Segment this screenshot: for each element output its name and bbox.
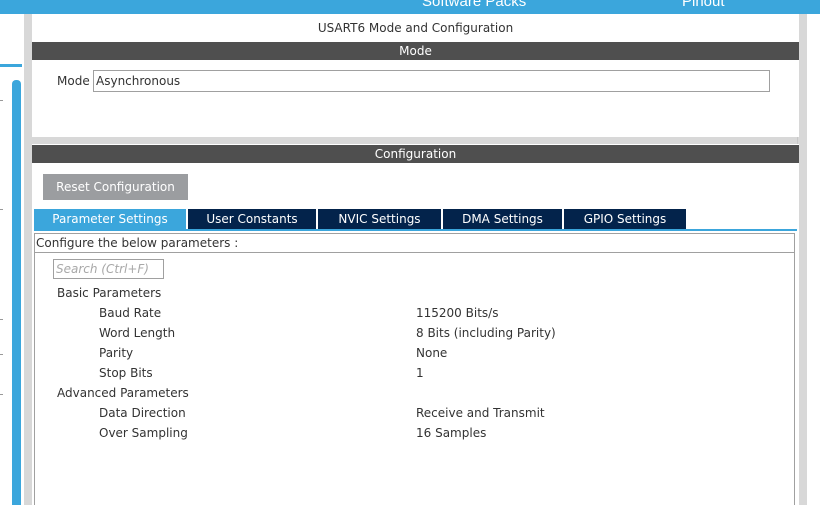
baud-rate-value[interactable]: 115200 Bits/s [416,306,498,320]
advanced-parameters-group[interactable]: Advanced Parameters [57,386,189,400]
configuration-section-header: Configuration [32,145,799,163]
left-panel-edge [0,14,24,505]
word-length-value[interactable]: 8 Bits (including Parity) [416,326,556,340]
left-panel-accent-line [0,64,22,67]
configuration-block: Configuration Reset Configuration Parame… [32,144,799,505]
stop-bits-value[interactable]: 1 [416,366,424,380]
tree-tick [0,209,3,210]
tab-underline [34,229,797,231]
panel-title: USART6 Mode and Configuration [317,21,514,35]
search-input[interactable]: Search (Ctrl+F) [53,259,164,279]
data-direction-label: Data Direction [99,406,186,420]
tab-nvic-settings[interactable]: NVIC Settings [318,209,441,229]
tree-tick [0,100,3,101]
config-tabs: Parameter Settings User Constants NVIC S… [34,209,688,229]
tab-gpio-settings[interactable]: GPIO Settings [564,209,686,229]
parity-value[interactable]: None [416,346,447,360]
over-sampling-value[interactable]: 16 Samples [416,426,486,440]
top-banner: Software Packs Pinout [0,0,820,14]
tree-tick [0,394,3,395]
caption-divider [35,252,794,253]
mode-select[interactable]: Asynchronous [93,70,770,92]
mode-label: Mode [57,74,90,88]
tab-parameter-settings[interactable]: Parameter Settings [34,209,186,229]
tab-user-constants[interactable]: User Constants [188,209,316,229]
over-sampling-label: Over Sampling [99,426,188,440]
software-packs-menu[interactable]: Software Packs [422,0,526,10]
parameters-caption: Configure the below parameters : [36,236,239,250]
mode-block: USART6 Mode and Configuration Mode Mode … [32,14,799,137]
tab-dma-settings[interactable]: DMA Settings [443,209,562,229]
left-panel-scrollbar[interactable] [12,80,21,505]
baud-rate-label: Baud Rate [99,306,162,320]
basic-parameters-group[interactable]: Basic Parameters [57,286,161,300]
stop-bits-label: Stop Bits [99,366,153,380]
mode-section-header: Mode [32,42,799,60]
parity-label: Parity [99,346,134,360]
pinout-menu[interactable]: Pinout [682,0,725,10]
word-length-label: Word Length [99,326,176,340]
tree-tick [0,319,3,320]
reset-configuration-button[interactable]: Reset Configuration [43,174,188,200]
data-direction-value[interactable]: Receive and Transmit [416,406,545,420]
parameter-settings-pane: Configure the below parameters : Search … [34,233,795,505]
tree-tick [0,354,3,355]
right-margin [807,14,820,505]
